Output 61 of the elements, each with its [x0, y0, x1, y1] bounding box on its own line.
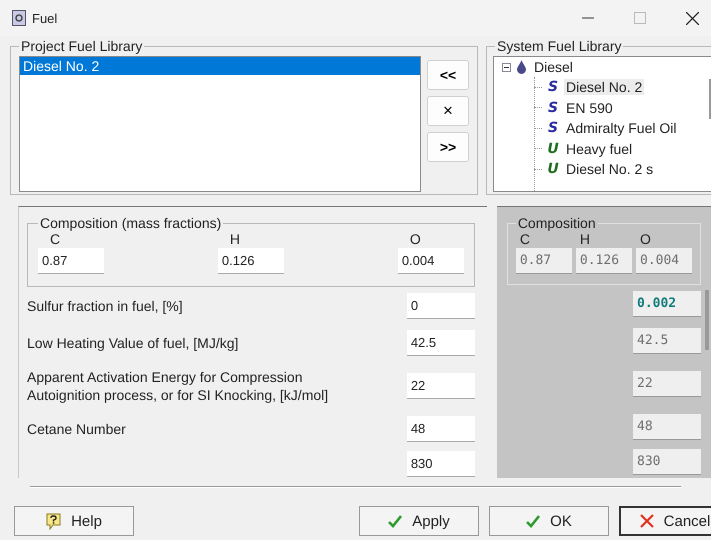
value-field: 0.87 — [516, 248, 572, 274]
type-icon: U — [546, 161, 560, 178]
value-field: 42.5 — [633, 328, 701, 354]
value-field: 48 — [633, 414, 701, 440]
value-field: 0.002 — [633, 291, 701, 317]
fuel-tree[interactable]: Diesel S Diesel No. 2 S EN 590 S Admiralty Fuel Oil U Heavy fuel U Diesel No. 2 s — [493, 56, 711, 192]
input-field[interactable]: 0.87 — [38, 248, 104, 274]
field-label: O — [639, 231, 652, 248]
input-field[interactable]: 0 — [406, 293, 475, 319]
transfer-button[interactable]: >> — [427, 132, 469, 162]
tree-item[interactable]: Diesel No. 2 — [564, 79, 644, 96]
close-icon — [640, 514, 654, 528]
help-button[interactable]: Help — [14, 506, 134, 536]
app-icon — [12, 10, 26, 26]
list-item[interactable]: Diesel No. 2 — [20, 57, 420, 75]
window-title: Fuel — [32, 10, 58, 26]
field-label: H — [578, 231, 592, 248]
type-icon: S — [546, 79, 560, 96]
tree-item[interactable]: Admiralty Fuel Oil — [564, 120, 678, 136]
scrollbar[interactable] — [705, 290, 709, 350]
group-title: System Fuel Library — [496, 38, 622, 54]
field-label: O — [408, 231, 421, 248]
drop-icon — [517, 60, 526, 74]
input-field[interactable]: 0.004 — [398, 248, 464, 274]
type-icon: U — [546, 140, 560, 157]
tree-item[interactable]: Diesel — [532, 59, 575, 75]
field-label: Apparent Activation Energy for Compression Autoignition process, or for SI Knocking, [kJ/mol] — [27, 368, 330, 404]
transfer-button[interactable]: × — [427, 96, 469, 126]
apply-button[interactable]: Apply — [359, 506, 479, 536]
tree-item[interactable]: Diesel No. 2 s — [564, 161, 656, 178]
field-label: C — [49, 231, 60, 248]
tree-item[interactable]: Heavy fuel — [564, 140, 634, 157]
input-field[interactable]: 0.126 — [218, 248, 284, 274]
check-icon — [388, 514, 402, 528]
field-label: Cetane Number — [27, 420, 127, 438]
group-title: Composition — [516, 215, 597, 231]
fuel-list[interactable]: Diesel No. 2 — [19, 56, 421, 192]
field-label: Sulfur fraction in fuel, [%] — [27, 297, 184, 315]
input-field[interactable]: 830 — [406, 451, 475, 477]
tree-item[interactable]: EN 590 — [564, 100, 615, 116]
cancel-button[interactable]: Cancel — [619, 506, 711, 536]
transfer-button[interactable]: << — [427, 60, 469, 90]
value-field: 830 — [633, 449, 701, 475]
field-label: C — [518, 231, 531, 248]
collapse-icon[interactable] — [502, 62, 511, 72]
field-label: Low Heating Value of fuel, [MJ/kg] — [27, 334, 240, 352]
group-title: Composition (mass fractions) — [39, 215, 222, 231]
type-icon: S — [546, 100, 560, 116]
value-field: 0.126 — [576, 248, 632, 274]
check-icon — [526, 514, 540, 528]
input-field[interactable]: 42.5 — [406, 330, 475, 356]
value-field: 22 — [633, 371, 701, 397]
field-label: H — [228, 231, 240, 248]
type-icon: S — [546, 120, 560, 136]
ok-button[interactable]: OK — [489, 506, 609, 536]
group-title: Project Fuel Library — [20, 38, 144, 54]
close-icon[interactable] — [686, 12, 699, 24]
value-field: 0.004 — [636, 248, 692, 274]
input-field[interactable]: 48 — [406, 416, 475, 442]
input-field[interactable]: 22 — [406, 373, 475, 399]
help-icon — [46, 512, 62, 530]
